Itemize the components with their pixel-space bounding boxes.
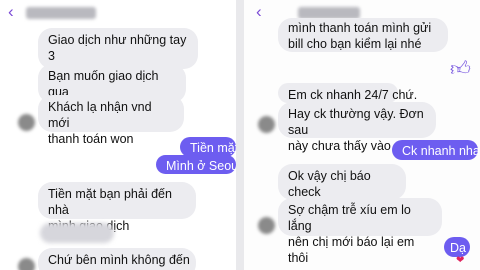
- message-outgoing: Dạ: [444, 237, 470, 257]
- redacted-message: [40, 223, 114, 243]
- message-outgoing: Mình ở Seoul: [156, 155, 236, 174]
- message-incoming: Giao dịch như những tay 3 khác vạy bạn ơ…: [38, 28, 198, 79]
- message-incoming: Ok vậy chị báo check loading lại: [278, 164, 406, 215]
- message-incoming: Sợ chậm trễ xíu em lo lắng nên chị mới b…: [278, 198, 442, 265]
- back-arrow-icon[interactable]: ‹: [8, 2, 14, 22]
- heart-reaction-icon: ❤︎: [456, 255, 465, 266]
- contact-avatar: [18, 258, 35, 270]
- contact-name: [26, 7, 96, 19]
- contact-avatar: [258, 217, 275, 234]
- contact-avatar: [18, 114, 35, 131]
- message-outgoing: Ck nhanh nha: [392, 140, 480, 160]
- message-incoming: Tiền mặt bạn phải đến nhà mình giao dịch: [38, 182, 196, 233]
- message-incoming: Khách lạ nhận vnd mới thanh toán won: [38, 95, 184, 146]
- left-chat-panel: ‹ Giao dịch như những tay 3 khác vạy bạn…: [0, 0, 236, 270]
- panel-divider: [236, 0, 244, 270]
- message-outgoing: Tiền mặt: [180, 137, 236, 157]
- back-arrow-icon[interactable]: ‹: [256, 2, 262, 22]
- message-incoming: Chứ bên mình không đến: [38, 248, 196, 270]
- right-chat-panel: ‹ mình thanh toán mình gửi bill cho bạn …: [244, 0, 480, 270]
- message-incoming: Em ck nhanh 24/7 chứ.: [278, 83, 417, 103]
- message-incoming: mình thanh toán mình gửi bill cho bạn ki…: [278, 18, 448, 52]
- message-incoming: Hay ck thường vậy. Đơn sau này chưa thấy…: [278, 102, 436, 153]
- like-icon[interactable]: 👍︎: [450, 57, 471, 81]
- contact-avatar: [258, 116, 275, 133]
